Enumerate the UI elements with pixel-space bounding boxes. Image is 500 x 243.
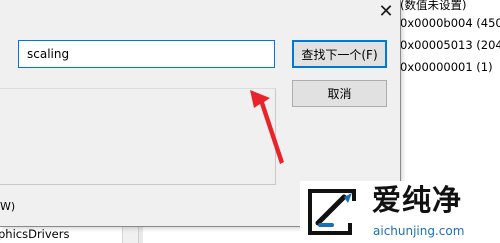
- search-input[interactable]: [18, 40, 275, 68]
- watermark: 爱纯净 aichunjing.com: [300, 181, 496, 243]
- cancel-button[interactable]: 取消: [292, 80, 387, 107]
- tree-scrollbar[interactable]: [122, 226, 139, 243]
- look-at-group-box: [0, 88, 276, 185]
- tree-item-graphics-drivers[interactable]: phicsDrivers: [0, 227, 69, 241]
- registry-value-header: (数值未设置): [400, 0, 467, 12]
- screen: (数值未设置) 0x0000b004 (4506 0x00005013 (204…: [0, 0, 500, 243]
- close-icon: ✕: [378, 1, 394, 22]
- watermark-url: aichunjing.com: [373, 224, 465, 238]
- find-next-button[interactable]: 查找下一个(F): [292, 40, 387, 68]
- match-whole-string-option[interactable]: W): [0, 200, 15, 213]
- registry-value-row[interactable]: 0x00000001 (1): [400, 60, 493, 74]
- registry-value-row[interactable]: 0x00005013 (2049: [400, 38, 500, 52]
- close-button[interactable]: ✕: [372, 0, 400, 24]
- pane-splitter[interactable]: [138, 226, 143, 243]
- watermark-title: 爱纯净: [372, 183, 463, 217]
- registry-tree-pane: phicsDrivers: [0, 226, 122, 243]
- registry-value-row[interactable]: 0x0000b004 (4506: [400, 16, 500, 30]
- aichunjing-logo-icon: [308, 189, 356, 235]
